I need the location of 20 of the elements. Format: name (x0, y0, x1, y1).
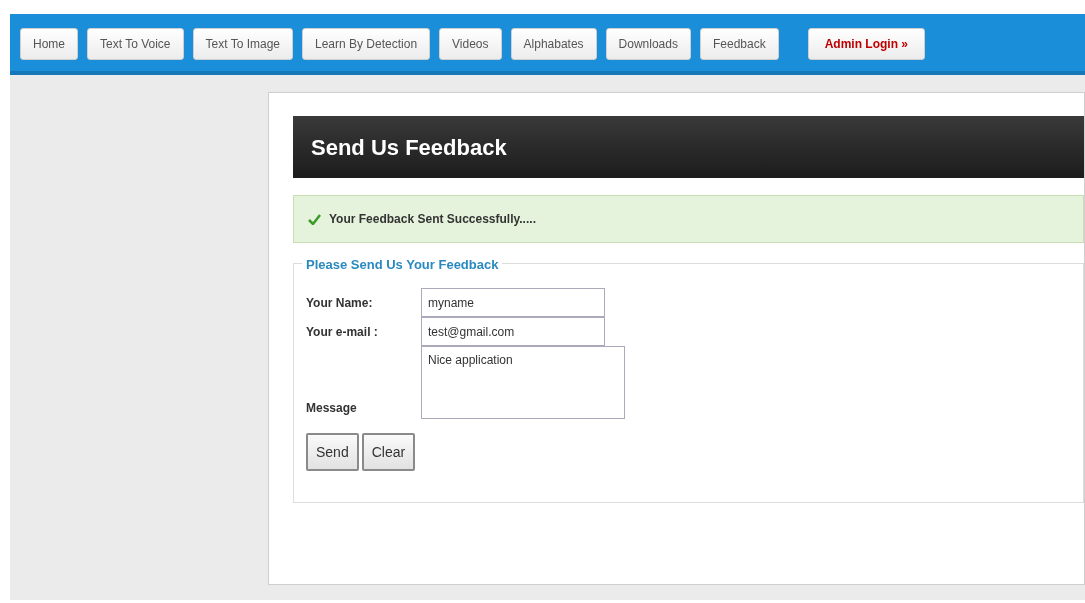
message-field[interactable]: Nice application (421, 346, 625, 419)
nav-button[interactable]: Text To Image (192, 28, 293, 60)
nav-button[interactable]: Alphabates (510, 28, 597, 60)
check-icon (308, 213, 321, 225)
nav-button[interactable]: Home (20, 28, 78, 60)
form-button[interactable]: Clear (361, 433, 416, 471)
nav-button[interactable]: Downloads (605, 28, 691, 60)
nav-button[interactable]: Text To Voice (87, 28, 184, 60)
success-message: Your Feedback Sent Successfully..... (329, 211, 536, 228)
page-title: Send Us Feedback (311, 133, 507, 162)
email-field[interactable]: test@gmail.com (421, 317, 605, 346)
nav-button[interactable]: Feedback (699, 28, 779, 60)
name-field[interactable]: myname (421, 288, 605, 317)
form-button[interactable]: Send (306, 433, 359, 471)
nav-button[interactable]: Videos (439, 28, 502, 60)
nav-button[interactable]: Admin Login » (807, 28, 925, 60)
field-label: Your Name: (306, 294, 374, 312)
field-label: Your e-mail : (306, 323, 379, 341)
nav-button[interactable]: Learn By Detection (302, 28, 431, 60)
field-label: Message (306, 400, 358, 417)
